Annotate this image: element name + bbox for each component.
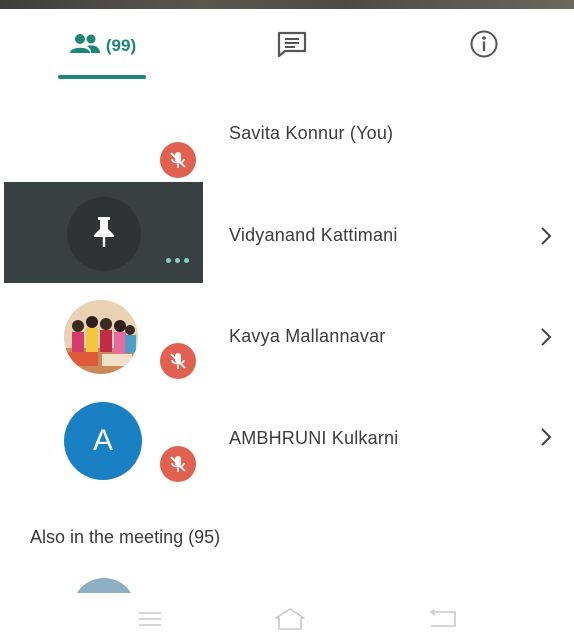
participant-name: Savita Konnur (You) [229, 123, 394, 143]
participant-row[interactable]: Vidyanand Kattimani [0, 185, 574, 285]
menu-icon[interactable] [132, 605, 168, 633]
mic-off-icon [160, 446, 196, 482]
participant-name: Kavya Mallannavar [229, 326, 386, 346]
mic-off-icon [160, 343, 196, 379]
tab-bar: (99) [0, 24, 574, 80]
video-strip [0, 0, 574, 9]
system-nav-bar [0, 593, 574, 643]
info-icon [469, 29, 499, 64]
tab-chat[interactable] [262, 24, 322, 68]
active-tab-indicator [58, 75, 146, 79]
participant-name: Vidyanand Kattimani [229, 225, 398, 245]
home-icon[interactable] [272, 605, 308, 633]
tab-info[interactable] [456, 24, 512, 68]
chevron-right-icon[interactable] [535, 426, 557, 448]
avatar [64, 300, 138, 374]
chevron-right-icon[interactable] [535, 326, 557, 348]
back-icon[interactable] [424, 605, 460, 633]
participant-name: AMBHRUNI Kulkarni [229, 428, 399, 448]
avatar: A [64, 402, 142, 480]
mic-off-icon [160, 142, 196, 178]
participant-row[interactable]: Kavya Mallannavar [0, 290, 574, 390]
chat-icon [276, 30, 308, 63]
avatar-initial: A [92, 424, 113, 457]
also-in-meeting-heading: Also in the meeting (95) [30, 527, 221, 547]
participant-count: (99) [105, 36, 137, 55]
tab-people[interactable]: (99) [56, 24, 150, 68]
people-icon [69, 33, 100, 60]
chevron-right-icon[interactable] [535, 225, 557, 247]
participant-row[interactable]: A AMBHRUNI Kulkarni [0, 390, 574, 490]
